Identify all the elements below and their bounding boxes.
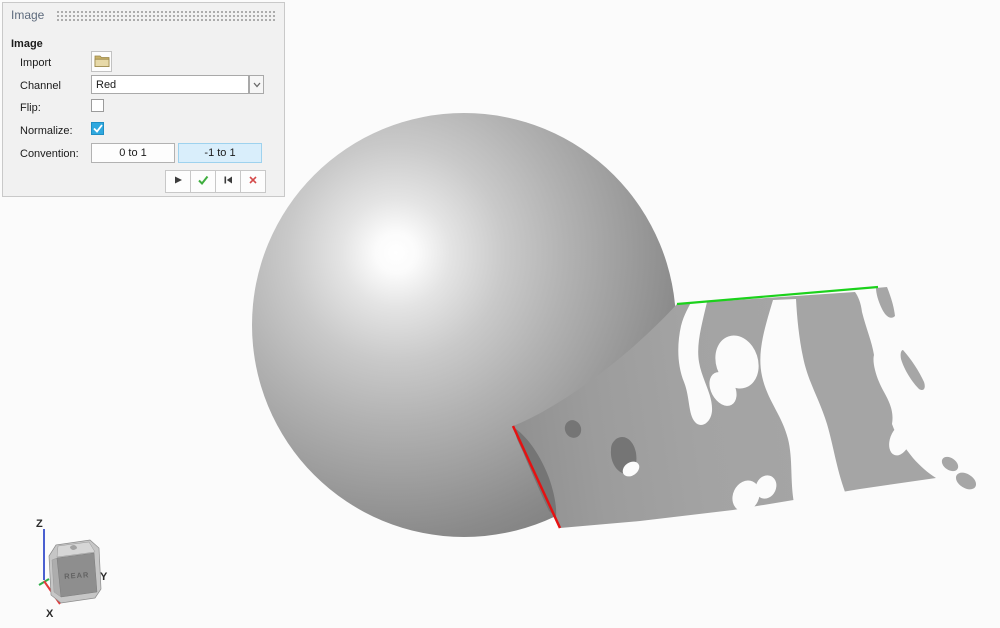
channel-select[interactable]: Red	[91, 75, 249, 94]
channel-dropdown-button[interactable]	[249, 75, 264, 94]
convention-option-minus1to1[interactable]: -1 to 1	[178, 143, 262, 163]
drag-handle-dots[interactable]	[56, 10, 276, 21]
axis-x-label: X	[46, 608, 54, 620]
channel-value: Red	[96, 78, 117, 91]
convention-option-minus1to1-label: -1 to 1	[204, 147, 236, 159]
panel-title: Image	[11, 8, 45, 22]
cancel-button[interactable]	[240, 170, 266, 193]
confirm-check-icon	[197, 174, 209, 189]
check-icon	[92, 124, 103, 133]
folder-open-icon	[94, 54, 110, 70]
flip-label: Flip:	[20, 102, 41, 114]
view-cube-face-label[interactable]: REAR	[64, 570, 90, 581]
application-window: REAR Z Y X Image Image Import Channel Re…	[0, 0, 1000, 628]
axis-z-label: Z	[36, 518, 43, 530]
skip-to-start-button[interactable]	[215, 170, 241, 193]
import-file-button[interactable]	[91, 51, 112, 72]
channel-label: Channel	[20, 80, 61, 92]
block-action-toolbar	[165, 170, 266, 193]
chevron-down-icon	[253, 79, 261, 91]
convention-option-0to1[interactable]: 0 to 1	[91, 143, 175, 163]
section-header: Image	[11, 38, 43, 50]
convention-option-0to1-label: 0 to 1	[119, 147, 147, 159]
convention-label: Convention:	[20, 148, 79, 160]
confirm-button[interactable]	[190, 170, 216, 193]
panel-titlebar[interactable]: Image	[3, 3, 284, 27]
import-label: Import	[20, 57, 52, 69]
play-icon	[172, 174, 184, 189]
skip-to-start-icon	[222, 174, 234, 189]
image-block-panel: Image Image Import Channel Red Flip: Nor…	[2, 2, 285, 197]
normalize-checkbox[interactable]	[91, 122, 104, 135]
axis-y-label: Y	[100, 571, 108, 583]
run-button[interactable]	[165, 170, 191, 193]
cancel-x-icon	[247, 174, 259, 189]
normalize-label: Normalize:	[20, 125, 73, 137]
flip-checkbox[interactable]	[91, 99, 104, 112]
